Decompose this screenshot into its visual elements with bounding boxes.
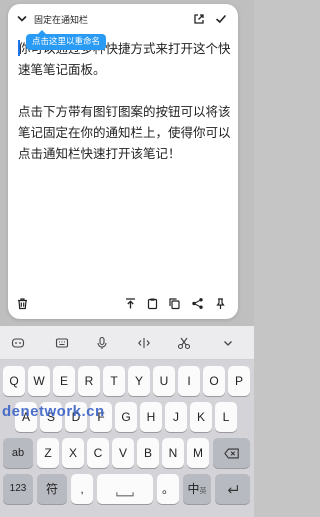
- backspace-icon: [223, 448, 239, 459]
- note-body[interactable]: 你可以通过多种快捷方式来打开这个快速笔笔记面板。 点击下方带有图钉图案的按钮可以…: [18, 38, 232, 185]
- share-icon[interactable]: [191, 297, 204, 310]
- key-m[interactable]: M: [187, 438, 209, 468]
- text-cursor: [18, 40, 20, 56]
- language-key[interactable]: 中英: [183, 474, 211, 504]
- enter-icon: [227, 485, 238, 494]
- key-z[interactable]: Z: [37, 438, 59, 468]
- key-d[interactable]: D: [65, 402, 87, 432]
- shift-key[interactable]: ab: [3, 438, 33, 468]
- enter-key[interactable]: [215, 474, 250, 504]
- key-x[interactable]: X: [62, 438, 84, 468]
- key-v[interactable]: V: [112, 438, 134, 468]
- emoji-icon[interactable]: [11, 336, 25, 350]
- note-title[interactable]: 固定在通知栏: [34, 13, 88, 26]
- space-key[interactable]: [97, 474, 153, 504]
- key-y[interactable]: Y: [128, 366, 150, 396]
- key-e[interactable]: E: [53, 366, 75, 396]
- microphone-icon[interactable]: [95, 336, 109, 350]
- key-w[interactable]: W: [28, 366, 50, 396]
- key-b[interactable]: B: [137, 438, 159, 468]
- pin-to-top-icon[interactable]: [124, 297, 137, 310]
- cursor-move-icon[interactable]: [137, 336, 151, 350]
- language-sub-label: 英: [199, 488, 207, 495]
- key-h[interactable]: H: [140, 402, 162, 432]
- key-g[interactable]: G: [115, 402, 137, 432]
- backspace-key[interactable]: [213, 438, 250, 468]
- pin-icon[interactable]: [214, 297, 227, 310]
- space-icon: [116, 492, 134, 497]
- key-n[interactable]: N: [162, 438, 184, 468]
- symbols-key[interactable]: 符: [37, 474, 67, 504]
- open-external-icon[interactable]: [193, 13, 205, 25]
- collapse-keyboard-icon[interactable]: [221, 336, 235, 350]
- key-r[interactable]: R: [78, 366, 100, 396]
- note-paragraph: 点击下方带有图钉图案的按钮可以将该笔记固定在你的通知栏上，使得你可以点击通知栏快…: [18, 104, 231, 161]
- keyboard: Q W E R T Y U I O P A S D F G H J K L ab…: [0, 326, 254, 517]
- key-l[interactable]: L: [215, 402, 237, 432]
- key-s[interactable]: S: [40, 402, 62, 432]
- keyboard-toolbar: [0, 326, 254, 360]
- rename-tooltip[interactable]: 点击这里以重命名: [26, 30, 107, 50]
- key-j[interactable]: J: [165, 402, 187, 432]
- key-p[interactable]: P: [228, 366, 250, 396]
- key-i[interactable]: I: [178, 366, 200, 396]
- clipboard-icon[interactable]: [146, 297, 159, 310]
- key-o[interactable]: O: [203, 366, 225, 396]
- copy-icon[interactable]: [168, 297, 181, 310]
- check-icon[interactable]: [215, 13, 227, 25]
- language-label: 中: [187, 482, 200, 496]
- key-t[interactable]: T: [103, 366, 125, 396]
- scissors-icon[interactable]: [177, 336, 191, 350]
- key-c[interactable]: C: [87, 438, 109, 468]
- key-f[interactable]: F: [90, 402, 112, 432]
- key-q[interactable]: Q: [3, 366, 25, 396]
- comma-key[interactable]: ,: [71, 474, 93, 504]
- period-key[interactable]: 。: [157, 474, 179, 504]
- key-a[interactable]: A: [15, 402, 37, 432]
- quick-note-panel: 固定在通知栏 点击这里以重命名 你可以通过多种快捷方式来打开这个快速笔笔记面板。…: [8, 4, 238, 319]
- numbers-key[interactable]: 123: [3, 474, 33, 504]
- chevron-down-icon[interactable]: [16, 13, 28, 25]
- key-u[interactable]: U: [153, 366, 175, 396]
- keyboard-layout-icon[interactable]: [55, 336, 69, 350]
- note-toolbar: [8, 294, 238, 314]
- trash-icon[interactable]: [16, 297, 29, 310]
- key-k[interactable]: K: [190, 402, 212, 432]
